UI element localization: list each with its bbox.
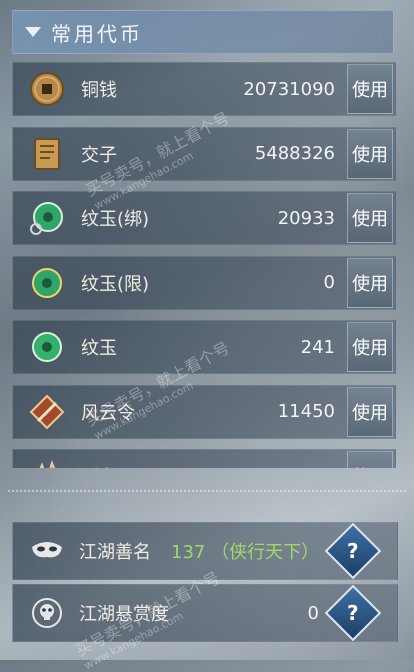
section-title: 常用代币 [51,21,143,46]
token-value: 3965 [289,466,335,469]
help-label: ? [347,600,359,625]
token-row-copper: 铜钱 20731090 使用 [12,62,396,116]
jade-icon [27,327,67,367]
jade-limited-icon [27,263,67,303]
stat-value: 0 [307,602,319,624]
token-row-jade-limited: 纹玉(限) 0 使用 [12,255,396,310]
token-row-jade: 纹玉 241 使用 [12,320,396,374]
divider [8,490,406,492]
token-list[interactable]: 铜钱 20731090 使用 交子 5488326 使用 纹玉(绑) 20933… [12,62,396,468]
token-name: 铜钱 [81,80,117,101]
wind-cloud-token-icon [27,392,67,432]
stat-value: 137 （侠行天下） [171,542,320,563]
use-button-vitality[interactable]: 使用 [347,451,393,468]
token-value: 241 [300,336,335,358]
token-row-fengyunling: 风云令 11450 使用 [12,384,396,439]
copper-coin-icon [27,69,67,109]
token-value: 11450 [277,401,335,422]
stat-name: 江湖悬赏度 [79,604,169,625]
token-name: 纹玉(绑) [81,209,150,230]
token-name: 风云令 [81,402,135,424]
skull-icon [29,595,65,631]
mask-icon [29,533,65,569]
help-button-bounty[interactable]: ? [324,584,382,642]
token-value: 5488326 [254,143,335,164]
use-button-copper[interactable]: 使用 [347,64,393,114]
token-name: 活力 [81,463,289,468]
token-value: 20933 [277,207,335,229]
token-row-jiaozi: 交子 5488326 使用 [12,126,396,181]
vitality-icon [27,456,67,468]
token-name: 纹玉 [81,338,117,359]
token-row-vitality: 活力 3965 使用 [12,449,396,468]
stat-row-reputation: 江湖善名 137 （侠行天下） ? [12,522,398,580]
stat-row-bounty: 江湖悬赏度 0 ? [12,584,398,642]
jade-bound-icon [27,198,67,238]
token-panel: 常用代币 铜钱 20731090 使用 交子 5488326 使用 纹玉(绑) [0,0,414,672]
collapse-triangle-icon [25,27,41,37]
use-button-jiaozi[interactable]: 使用 [347,128,393,179]
help-label: ? [347,538,359,563]
token-value: 20731090 [243,78,335,100]
use-button-fengyunling[interactable]: 使用 [347,386,393,437]
paper-money-icon [27,134,67,174]
stat-name: 江湖善名 [79,542,151,563]
token-name: 交子 [81,144,117,166]
help-button-reputation[interactable]: ? [324,522,382,580]
use-button-jade-bound[interactable]: 使用 [347,193,393,243]
section-header[interactable]: 常用代币 [12,10,394,54]
token-row-jade-bound: 纹玉(绑) 20933 使用 [12,191,396,245]
token-value: 0 [323,272,335,293]
token-name: 纹玉(限) [81,273,150,295]
use-button-jade[interactable]: 使用 [347,322,393,372]
use-button-jade-limited[interactable]: 使用 [347,257,393,308]
